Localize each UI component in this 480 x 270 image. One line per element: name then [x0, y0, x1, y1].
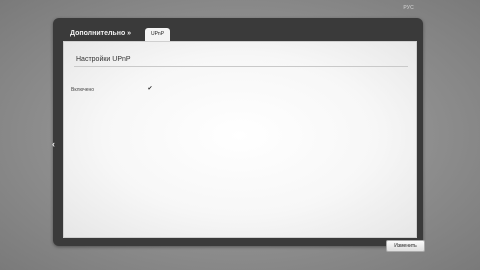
page-title: Настройки UPnP	[76, 56, 131, 63]
apply-button[interactable]: Изменить	[386, 240, 425, 252]
tab-upnp[interactable]: UPnP	[145, 28, 170, 41]
content-area: Настройки UPnP Включено ✔ Изменить	[63, 41, 425, 252]
chevron-left-icon[interactable]: ‹	[52, 140, 55, 149]
checkmark-icon: ✔	[147, 86, 153, 92]
panel-header: Дополнительно » UPnP	[53, 18, 423, 42]
enabled-label: Включено	[71, 87, 95, 93]
language-label[interactable]: РУС	[403, 5, 414, 11]
title-divider	[74, 66, 408, 67]
settings-panel: Дополнительно » UPnP Настройки UPnP Вклю…	[53, 18, 425, 252]
enabled-checkbox[interactable]: ✔	[147, 86, 153, 92]
section-title[interactable]: Дополнительно »	[70, 30, 131, 37]
